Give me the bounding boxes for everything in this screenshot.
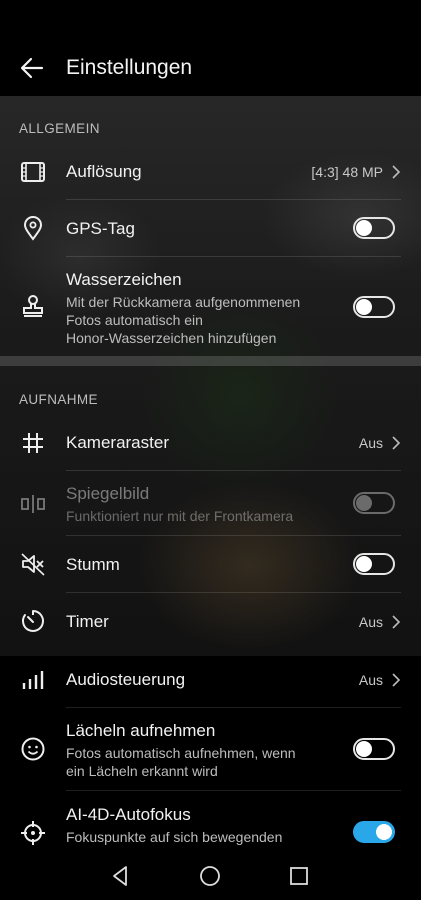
crosshair-icon xyxy=(21,821,45,845)
chevron-right-icon xyxy=(392,165,401,179)
timer-icon xyxy=(22,610,44,632)
mirror-icon xyxy=(21,495,45,513)
top-bar: Einstellungen xyxy=(0,0,421,96)
setting-timer[interactable]: Timer Aus xyxy=(0,593,421,649)
watermark-toggle[interactable] xyxy=(353,296,395,318)
setting-label: AI-4D-Autofokus xyxy=(66,805,191,824)
setting-label: Timer xyxy=(66,612,109,631)
chevron-right-icon xyxy=(392,615,401,629)
autofocus-toggle[interactable] xyxy=(353,821,395,843)
setting-description: Fotos automatisch ein xyxy=(66,312,203,328)
setting-label: Lächeln aufnehmen xyxy=(66,721,216,740)
mirror-toggle xyxy=(353,492,395,514)
system-navigation-bar xyxy=(0,852,421,900)
recents-square-icon[interactable] xyxy=(287,864,311,888)
setting-label: GPS-Tag xyxy=(66,219,135,238)
setting-label: Kameraraster xyxy=(66,433,169,452)
setting-value: Aus xyxy=(358,672,383,688)
setting-ai-autofocus[interactable]: AI-4D-Autofokus Fokuspunkte auf sich bew… xyxy=(0,791,421,852)
toggle-knob xyxy=(356,495,372,511)
section-separator xyxy=(0,356,421,366)
setting-description: ein Lächeln erkannt wird xyxy=(66,763,218,779)
setting-audio-control[interactable]: Audiosteuerung Aus xyxy=(0,657,421,707)
toggle-knob xyxy=(356,299,372,315)
section-header-capture: AUFNAHME xyxy=(19,392,98,407)
gps-toggle[interactable] xyxy=(353,217,395,239)
setting-description: Fokuspunkte auf sich bewegenden xyxy=(66,829,283,845)
stamp-icon xyxy=(23,295,43,317)
setting-description: Honor-Wasserzeichen hinzufügen xyxy=(66,330,277,346)
toggle-knob xyxy=(356,741,372,757)
setting-label: Audiosteuerung xyxy=(66,670,186,689)
signal-bars-icon xyxy=(22,671,44,689)
setting-label: Wasserzeichen xyxy=(66,270,182,289)
setting-value: Aus xyxy=(358,614,383,630)
home-circle-icon[interactable] xyxy=(198,864,222,888)
page-title: Einstellungen xyxy=(66,56,193,79)
setting-description: Fotos automatisch aufnehmen, wenn xyxy=(66,745,296,761)
setting-camera-grid[interactable]: Kameraraster Aus xyxy=(0,416,421,470)
setting-gps-tag[interactable]: GPS-Tag xyxy=(0,200,421,256)
hash-grid-icon xyxy=(23,433,43,453)
setting-label: Auflösung xyxy=(66,162,142,181)
setting-value: [4:3] 48 MP xyxy=(311,164,383,180)
setting-watermark[interactable]: Wasserzeichen Mit der Rückkamera aufgeno… xyxy=(0,257,421,355)
setting-label: Spiegelbild xyxy=(66,484,150,503)
toggle-knob xyxy=(376,824,392,840)
smiley-icon xyxy=(21,737,45,761)
mute-toggle[interactable] xyxy=(353,553,395,575)
setting-resolution[interactable]: Auflösung [4:3] 48 MP xyxy=(0,148,421,198)
arrow-left-icon[interactable] xyxy=(18,54,46,82)
film-frame-icon xyxy=(21,162,45,182)
setting-description: Mit der Rückkamera aufgenommenen xyxy=(66,294,301,310)
location-pin-icon xyxy=(23,216,43,241)
setting-smile-capture[interactable]: Lächeln aufnehmen Fotos automatisch aufn… xyxy=(0,708,421,790)
setting-description: Funktioniert nur mit der Frontkamera xyxy=(66,508,294,524)
chevron-right-icon xyxy=(392,436,401,450)
back-triangle-icon[interactable] xyxy=(109,864,133,888)
setting-mute[interactable]: Stumm xyxy=(0,536,421,592)
speaker-mute-icon xyxy=(21,553,45,576)
toggle-knob xyxy=(356,220,372,236)
setting-mirror: Spiegelbild Funktioniert nur mit der Fro… xyxy=(0,471,421,535)
toggle-knob xyxy=(356,556,372,572)
smile-toggle[interactable] xyxy=(353,738,395,760)
chevron-right-icon xyxy=(392,673,401,687)
section-header-general: ALLGEMEIN xyxy=(19,121,100,136)
setting-label: Stumm xyxy=(66,555,120,574)
setting-value: Aus xyxy=(358,435,383,451)
